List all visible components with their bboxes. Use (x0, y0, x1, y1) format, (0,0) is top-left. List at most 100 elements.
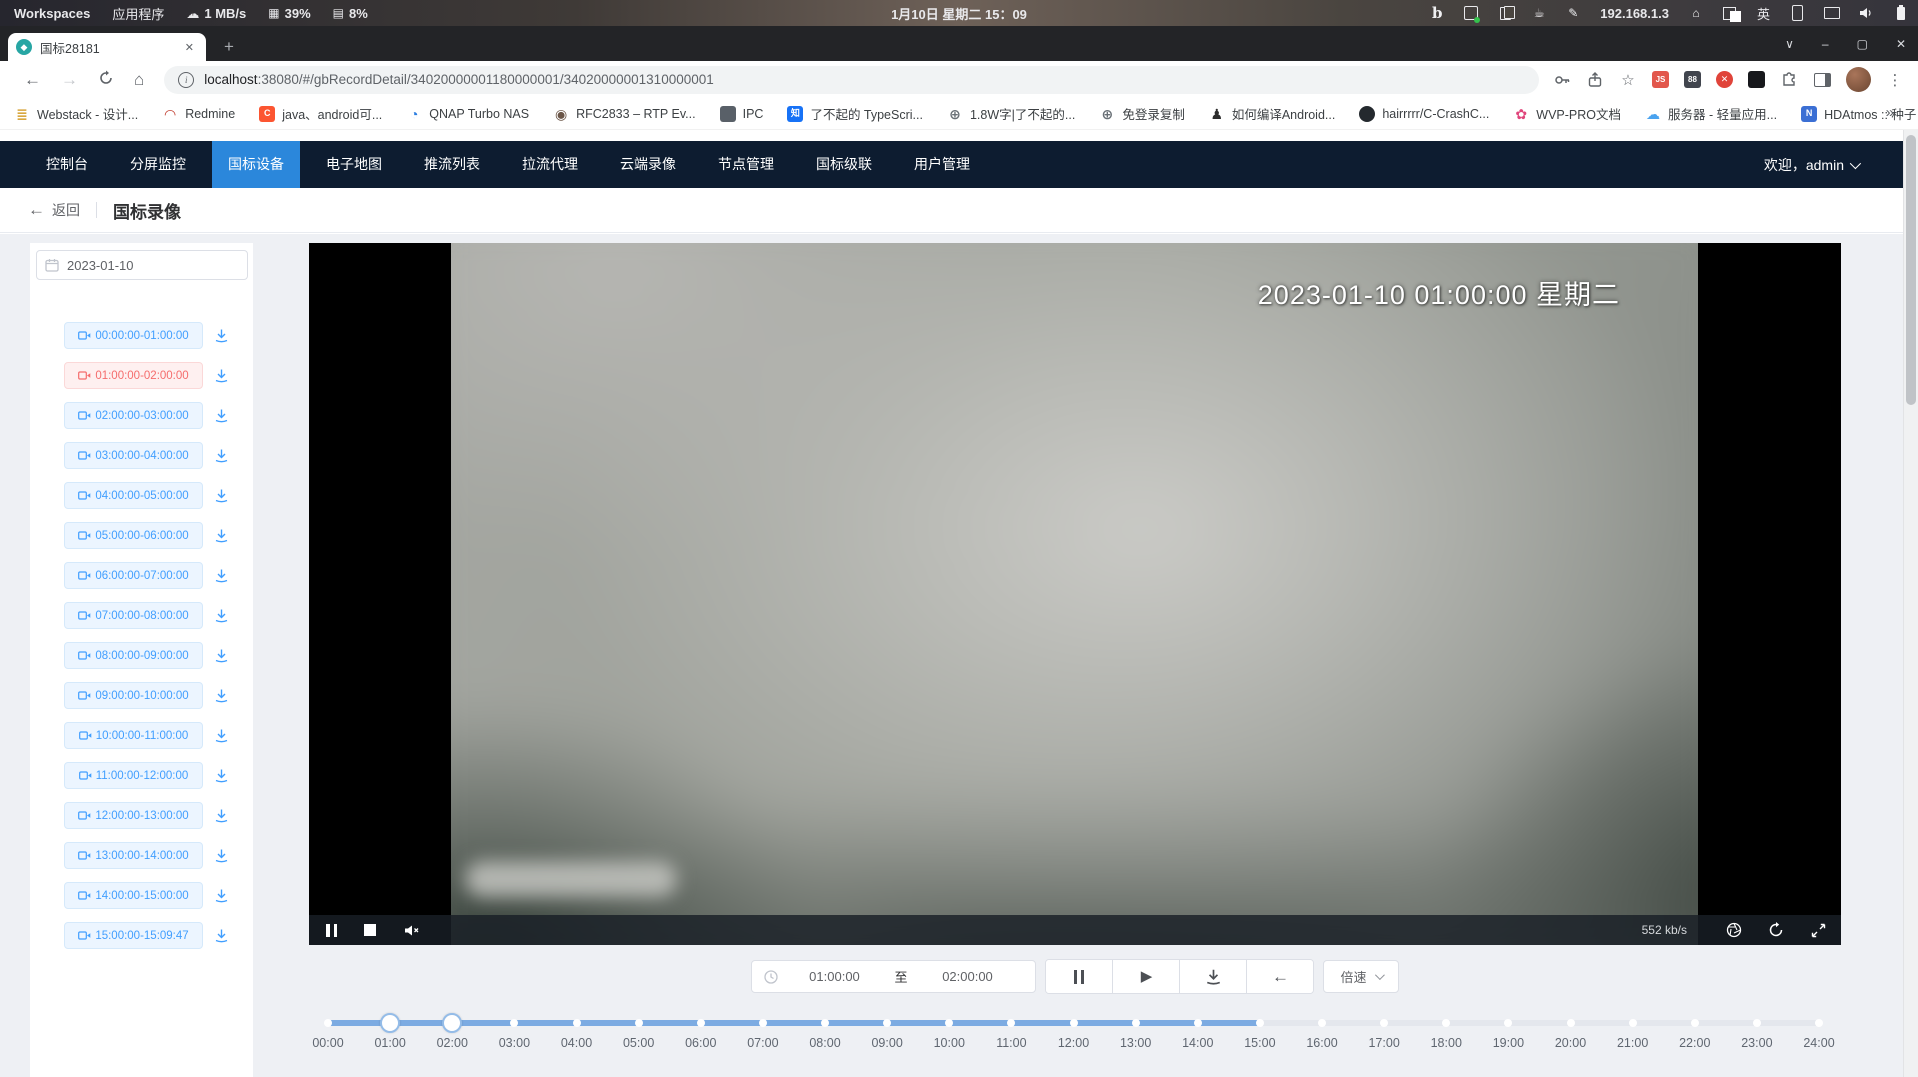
record-clip-button[interactable]: 12:00:00-13:00:00 (64, 802, 203, 829)
start-time-value[interactable]: 01:00:00 (778, 969, 890, 984)
picker-tray-icon[interactable]: ✎ (1566, 6, 1580, 21)
nav-tab[interactable]: 国标级联 (800, 141, 888, 188)
date-picker-input[interactable]: 2023-01-10 (36, 250, 248, 280)
end-time-value[interactable]: 02:00:00 (912, 969, 1024, 984)
time-range-input[interactable]: 01:00:00 至 02:00:00 (751, 960, 1036, 993)
bookmark[interactable]: IPC (720, 106, 764, 122)
back-arrow-icon[interactable]: ← (28, 200, 45, 220)
player-pause-button[interactable] (326, 924, 337, 937)
clock[interactable]: 1月10日 星期二 15：09 (891, 4, 1027, 23)
record-clip-button[interactable]: 05:00:00-06:00:00 (64, 522, 203, 549)
player-mute-icon[interactable] (403, 921, 421, 939)
bookmark[interactable]: C java、android可... (259, 104, 382, 123)
new-tab-button[interactable]: + (216, 35, 242, 59)
nav-tab[interactable]: 国标设备 (212, 141, 300, 188)
bing-tray-icon[interactable]: b (1430, 6, 1444, 21)
bookmark[interactable]: hairrrrr/C-CrashC... (1359, 106, 1489, 122)
timeline-slider[interactable]: 00:0001:0002:0003:0004:0005:0006:0007:00… (328, 1012, 1819, 1064)
nav-tab[interactable]: 云端录像 (604, 141, 692, 188)
back-icon[interactable]: ← (14, 71, 51, 88)
jump-back-button[interactable]: ← (1247, 960, 1313, 993)
applications-button[interactable]: 应用程序 (112, 4, 164, 23)
tab-close-icon[interactable]: ✕ (181, 39, 198, 56)
nav-tab[interactable]: 控制台 (30, 141, 104, 188)
record-download-button[interactable] (212, 887, 230, 905)
clipboard-tray-icon[interactable] (1498, 6, 1512, 21)
home-icon[interactable]: ⌂ (124, 71, 154, 88)
extension-dark-icon[interactable] (1748, 71, 1765, 88)
record-download-button[interactable] (212, 447, 230, 465)
extensions-puzzle-icon[interactable] (1780, 71, 1798, 89)
pause-button[interactable] (1046, 960, 1113, 993)
browser-tab[interactable]: ◆ 国标28181 ✕ (8, 33, 206, 61)
bookmarks-overflow-icon[interactable]: » (1886, 104, 1894, 121)
record-clip-button[interactable]: 06:00:00-07:00:00 (64, 562, 203, 589)
record-download-button[interactable] (212, 407, 230, 425)
input-method-indicator[interactable]: 英 (1757, 4, 1770, 23)
record-clip-button[interactable]: 10:00:00-11:00:00 (64, 722, 203, 749)
url-bar[interactable]: i localhost:38080/#/gbRecordDetail/34020… (164, 66, 1539, 94)
record-download-button[interactable] (212, 647, 230, 665)
record-download-button[interactable] (212, 767, 230, 785)
nav-tab[interactable]: 用户管理 (898, 141, 986, 188)
record-download-button[interactable] (212, 367, 230, 385)
record-clip-button[interactable]: 03:00:00-04:00:00 (64, 442, 203, 469)
bookmark[interactable]: ◉ RFC2833 – RTP Ev... (553, 106, 696, 122)
bookmark[interactable]: ⊕ 免登录复制 (1099, 104, 1185, 123)
workspaces-button[interactable]: Workspaces (14, 6, 90, 21)
coffee-tray-icon[interactable]: ☕ (1532, 6, 1546, 21)
nav-tab[interactable]: 拉流代理 (506, 141, 594, 188)
share-icon[interactable] (1586, 71, 1604, 89)
record-clip-button[interactable]: 09:00:00-10:00:00 (64, 682, 203, 709)
browser-menu-icon[interactable]: ⋮ (1886, 71, 1904, 89)
record-clip-button[interactable]: 13:00:00-14:00:00 (64, 842, 203, 869)
window-control-button[interactable]: ✕ (1892, 35, 1910, 53)
bookmark[interactable]: ◔ QNAP Turbo NAS (406, 106, 529, 122)
snapshot-aperture-icon[interactable] (1725, 921, 1743, 939)
side-panel-icon[interactable] (1813, 71, 1831, 89)
record-download-button[interactable] (212, 607, 230, 625)
profile-avatar[interactable] (1846, 67, 1871, 92)
bookmark[interactable]: 知 了不起的 TypeScri... (787, 104, 923, 123)
nav-tab[interactable]: 分屏监控 (114, 141, 202, 188)
nav-tab[interactable]: 推流列表 (408, 141, 496, 188)
bookmark[interactable]: ♟ 如何编译Android... (1209, 104, 1336, 123)
app-window-tray-icon[interactable] (1464, 6, 1478, 21)
refresh-icon[interactable] (1767, 921, 1785, 939)
bookmark[interactable]: ◠ Redmine (162, 106, 235, 122)
display-tray-icon[interactable] (1824, 6, 1840, 21)
site-info-icon[interactable]: i (178, 72, 194, 88)
fullscreen-icon[interactable] (1809, 921, 1827, 939)
record-download-button[interactable] (212, 527, 230, 545)
timeline-handle[interactable] (442, 1013, 462, 1033)
extension-blocker-icon[interactable]: ✕ (1716, 71, 1733, 88)
password-key-icon[interactable] (1553, 71, 1571, 89)
bookmark[interactable]: ⊕ 1.8W字|了不起的... (947, 104, 1075, 123)
record-download-button[interactable] (212, 687, 230, 705)
workspaces-tray-icon[interactable] (1723, 6, 1737, 21)
record-clip-button[interactable]: 01:00:00-02:00:00 (64, 362, 203, 389)
record-download-button[interactable] (212, 727, 230, 745)
speed-dropdown[interactable]: 倍速 (1323, 960, 1398, 993)
scrollbar-thumb[interactable] (1906, 135, 1916, 405)
reload-icon[interactable] (88, 70, 124, 89)
forward-icon[interactable]: → (51, 71, 88, 88)
record-clip-button[interactable]: 15:00:00-15:09:47 (64, 922, 203, 949)
record-download-button[interactable] (212, 487, 230, 505)
record-clip-button[interactable]: 08:00:00-09:00:00 (64, 642, 203, 669)
extension-88-icon[interactable]: 88 (1684, 71, 1701, 88)
download-button[interactable] (1180, 960, 1247, 993)
home-tray-icon[interactable]: ⌂ (1689, 6, 1703, 21)
video-player[interactable]: 2023-01-10 01:00:00 星期二 552 kb/s (309, 243, 1841, 945)
window-control-button[interactable]: – (1818, 35, 1833, 53)
record-download-button[interactable] (212, 927, 230, 945)
back-button[interactable]: 返回 (52, 200, 80, 220)
record-clip-button[interactable]: 00:00:00-01:00:00 (64, 322, 203, 349)
record-clip-button[interactable]: 14:00:00-15:00:00 (64, 882, 203, 909)
battery-tray-icon[interactable] (1894, 6, 1908, 21)
play-button[interactable]: ▶ (1113, 960, 1180, 993)
record-download-button[interactable] (212, 847, 230, 865)
record-clip-button[interactable]: 02:00:00-03:00:00 (64, 402, 203, 429)
timeline-track[interactable] (328, 1020, 1819, 1026)
volume-tray-icon[interactable] (1860, 6, 1874, 21)
